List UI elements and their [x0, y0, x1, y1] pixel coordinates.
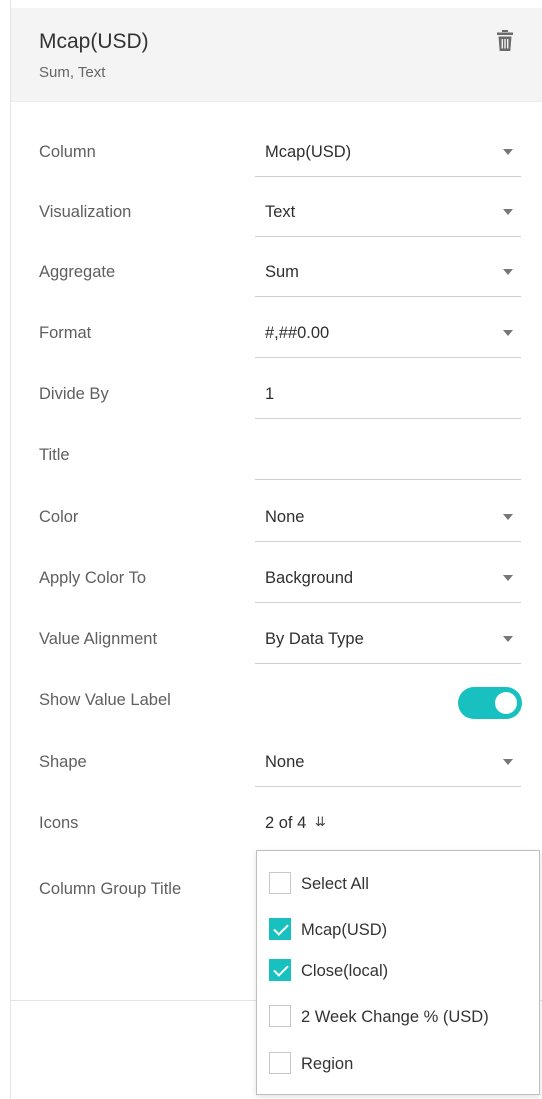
apply-color-to-row: Apply Color To Background	[11, 553, 542, 603]
checkbox-checked-icon[interactable]	[269, 959, 291, 981]
color-select-value: None	[265, 508, 305, 526]
checkbox[interactable]	[269, 872, 291, 894]
apply-color-to-label: Apply Color To	[39, 569, 147, 587]
caret-down-icon	[503, 209, 513, 215]
checkbox[interactable]	[269, 1005, 291, 1027]
value-alignment-label: Value Alignment	[39, 630, 158, 648]
aggregate-label: Aggregate	[39, 263, 116, 281]
panel-header: Mcap(USD) Sum, Text	[11, 8, 542, 102]
divide-by-label: Divide By	[39, 385, 109, 403]
double-chevron-down-icon: ⇊	[314, 814, 326, 829]
icons-option-2-week-change[interactable]: 2 Week Change % (USD)	[257, 994, 539, 1040]
panel-title: Mcap(USD)	[39, 30, 149, 53]
apply-color-to-select-value: Background	[265, 569, 354, 587]
aggregate-select[interactable]: Sum	[255, 247, 521, 297]
format-select[interactable]: #,##0.00	[255, 308, 521, 358]
caret-down-icon	[503, 759, 513, 765]
format-select-value: #,##0.00	[265, 324, 330, 342]
option-label: Region	[301, 1055, 354, 1073]
value-alignment-select-value: By Data Type	[265, 630, 364, 648]
value-alignment-row: Value Alignment By Data Type	[11, 614, 542, 664]
color-row: Color None	[11, 492, 542, 542]
caret-down-icon	[503, 330, 513, 336]
color-label: Color	[39, 508, 79, 526]
visualization-row: Visualization Text	[11, 187, 542, 237]
apply-color-to-select[interactable]: Background	[255, 553, 521, 603]
value-alignment-select[interactable]: By Data Type	[255, 614, 521, 664]
caret-down-icon	[503, 636, 513, 642]
icons-dropdown: Select All Mcap(USD) Close(local) 2 Week…	[256, 850, 540, 1095]
title-input[interactable]	[255, 430, 521, 480]
divide-by-input-value: 1	[265, 385, 275, 403]
column-row: Column Mcap(USD)	[11, 127, 542, 177]
title-label: Title	[39, 446, 70, 464]
toggle-knob	[495, 692, 517, 714]
visualization-select[interactable]: Text	[255, 187, 521, 237]
format-row: Format #,##0.00	[11, 308, 542, 358]
checkbox[interactable]	[269, 1052, 291, 1074]
panel-subtitle: Sum, Text	[39, 64, 106, 81]
icons-option-mcap[interactable]: Mcap(USD)	[257, 907, 539, 953]
format-label: Format	[39, 324, 92, 342]
shape-label: Shape	[39, 753, 87, 771]
icons-selector[interactable]: 2 of 4 ⇊	[265, 798, 326, 849]
show-value-label-row: Show Value Label	[11, 675, 542, 725]
visualization-select-value: Text	[265, 203, 296, 221]
option-label: Close(local)	[301, 962, 389, 980]
title-row: Title	[11, 430, 542, 480]
icons-option-region[interactable]: Region	[257, 1041, 539, 1087]
shape-select[interactable]: None	[255, 737, 521, 787]
caret-down-icon	[503, 575, 513, 581]
column-group-title-label: Column Group Title	[39, 880, 182, 898]
show-value-label-label: Show Value Label	[39, 691, 171, 709]
divide-by-input[interactable]: 1	[255, 369, 521, 419]
caret-down-icon	[503, 514, 513, 520]
option-label: Mcap(USD)	[301, 921, 388, 939]
shape-row: Shape None	[11, 737, 542, 787]
column-label: Column	[39, 143, 96, 161]
trash-icon[interactable]	[497, 30, 513, 52]
icons-option-close-local[interactable]: Close(local)	[257, 948, 539, 994]
show-value-label-toggle[interactable]	[458, 687, 522, 719]
caret-down-icon	[503, 269, 513, 275]
aggregate-row: Aggregate Sum	[11, 247, 542, 297]
icons-label: Icons	[39, 814, 79, 832]
column-select[interactable]: Mcap(USD)	[255, 127, 521, 177]
option-label: Select All	[301, 875, 369, 893]
icons-selector-value: 2 of 4	[265, 814, 307, 832]
icons-option-select-all[interactable]: Select All	[257, 861, 539, 907]
shape-select-value: None	[265, 753, 305, 771]
caret-down-icon	[503, 149, 513, 155]
checkbox-checked-icon[interactable]	[269, 918, 291, 940]
column-select-value: Mcap(USD)	[265, 143, 352, 161]
color-select[interactable]: None	[255, 492, 521, 542]
divide-by-row: Divide By 1	[11, 369, 542, 419]
option-label: 2 Week Change % (USD)	[301, 1008, 489, 1026]
aggregate-select-value: Sum	[265, 263, 299, 281]
icons-row: Icons 2 of 4 ⇊	[11, 798, 542, 848]
visualization-label: Visualization	[39, 203, 132, 221]
